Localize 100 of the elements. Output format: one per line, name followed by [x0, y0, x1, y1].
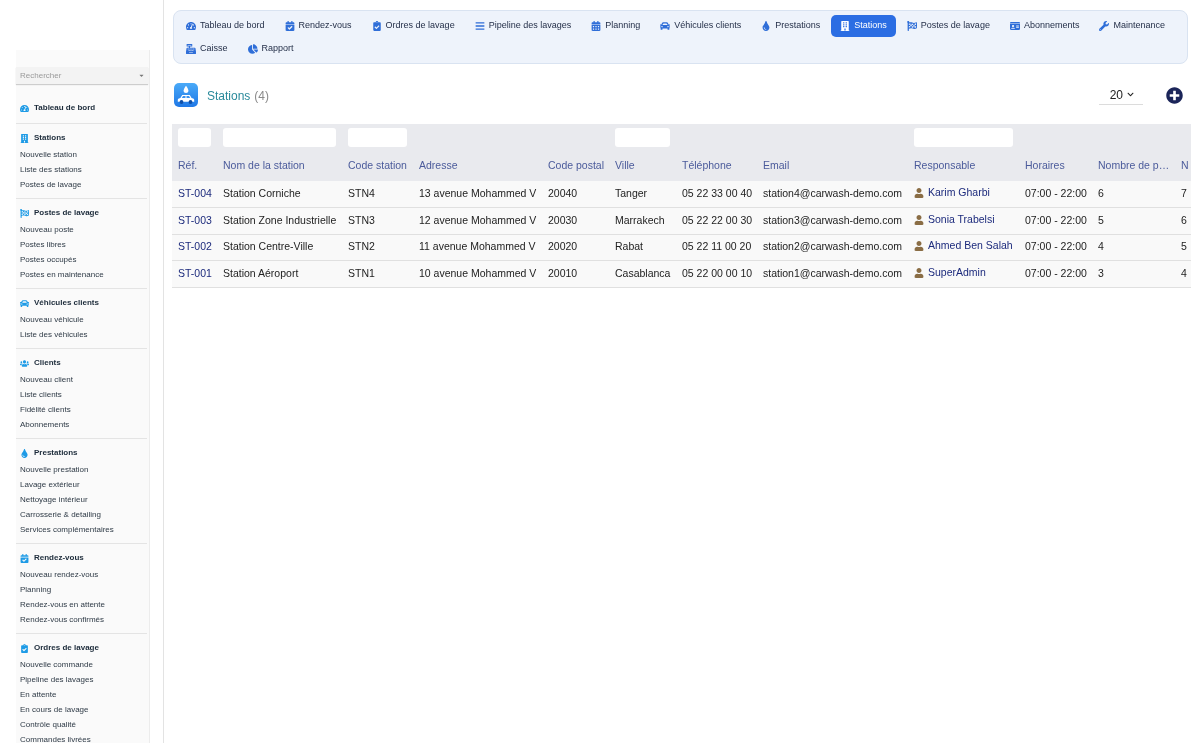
sidebar-section-title[interactable]: Ordres de lavage — [34, 642, 99, 654]
column-header[interactable]: Horaires — [1025, 159, 1065, 171]
sidebar-section-title[interactable]: Véhicules clients — [34, 297, 99, 309]
column-header[interactable]: N — [1181, 159, 1189, 171]
column-header[interactable]: Nom de la station — [223, 159, 305, 171]
calendar-check-icon — [20, 553, 29, 563]
sidebar-link[interactable]: Nettoyage intérieur — [20, 493, 88, 506]
table-cell: 4 — [1092, 234, 1175, 261]
table-cell: 20010 — [542, 260, 609, 287]
manager-link[interactable]: SuperAdmin — [928, 264, 986, 281]
nav-tab[interactable]: Prestations — [752, 15, 830, 37]
page-size-select[interactable]: 20 — [1099, 85, 1143, 105]
table-cell: 6 — [1092, 181, 1175, 208]
search-field[interactable]: Rechercher — [16, 67, 148, 84]
nav-tab[interactable]: Rendez-vous — [275, 15, 361, 37]
table-cell: station4@carwash-demo.com — [757, 181, 908, 208]
nav-tab[interactable]: Planning — [582, 15, 650, 37]
sidebar-link[interactable]: Lavage extérieur — [20, 478, 80, 491]
sidebar-link[interactable]: Rendez-vous confirmés — [20, 613, 105, 626]
sidebar-link[interactable]: En cours de lavage — [20, 703, 89, 716]
table-cell: STN2 — [342, 234, 413, 261]
pie-chart-icon — [247, 44, 258, 54]
manager-link[interactable]: Sonia Trabelsi — [928, 211, 995, 228]
sidebar-link[interactable]: Nouvelle prestation — [20, 463, 89, 476]
table-cell: 6 — [1175, 207, 1191, 234]
nav-tab[interactable]: Ordres de lavage — [362, 15, 464, 37]
sidebar-link[interactable]: Liste des stations — [20, 163, 82, 176]
sidebar-link[interactable]: Nouveau client — [20, 373, 73, 386]
sidebar-link[interactable]: Nouveau véhicule — [20, 313, 84, 326]
chevron-down-icon — [1127, 91, 1134, 98]
table-cell: 5 — [1092, 207, 1175, 234]
sidebar-link[interactable]: Carrosserie & detailing — [20, 508, 101, 521]
column-header[interactable]: Téléphone — [682, 159, 732, 171]
nav-tab[interactable]: Tableau de bord — [177, 15, 274, 37]
nav-tab[interactable]: Véhicules clients — [651, 15, 751, 37]
nav-tab[interactable]: Rapport — [238, 38, 303, 60]
sidebar-link[interactable]: Fidélité clients — [20, 403, 71, 416]
column-header[interactable]: Réf. — [178, 159, 198, 171]
sidebar-section-title[interactable]: Prestations — [34, 447, 78, 459]
column-header[interactable]: Email — [763, 159, 790, 171]
column-header[interactable]: Code postal — [548, 159, 605, 171]
bars-icon — [474, 21, 485, 31]
nav-tab[interactable]: Maintenance — [1090, 15, 1174, 37]
table-cell: 05 22 22 00 30 — [676, 207, 757, 234]
user-icon — [914, 214, 924, 225]
sidebar-section-title[interactable]: Clients — [34, 357, 61, 369]
station-ref-link[interactable]: ST-004 — [178, 187, 212, 200]
dropdown-caret-icon — [138, 72, 145, 79]
sidebar-link[interactable]: En attente — [20, 688, 57, 701]
nav-tab[interactable]: Caisse — [177, 38, 237, 60]
sidebar-section-title[interactable]: Stations — [34, 132, 66, 144]
nav-tab[interactable]: Stations — [831, 15, 896, 37]
sidebar-link[interactable]: Planning — [20, 583, 52, 596]
table-cell: 07:00 - 22:00 — [1019, 181, 1092, 208]
sidebar-link[interactable]: Rendez-vous en attente — [20, 598, 105, 611]
nav-tab[interactable]: Pipeline des lavages — [465, 15, 581, 37]
sidebar-link[interactable]: Nouvelle station — [20, 148, 77, 161]
sidebar-link[interactable]: Contrôle qualité — [20, 718, 77, 731]
column-header[interactable]: Adresse — [419, 159, 458, 171]
table-cell: 4 — [1175, 260, 1191, 287]
table-cell: 05 22 00 00 10 — [676, 260, 757, 287]
table-cell: 13 avenue Mohammed V — [413, 181, 542, 208]
sidebar-link[interactable]: Postes libres — [20, 238, 66, 251]
sidebar-link[interactable]: Nouveau rendez-vous — [20, 568, 99, 581]
table-cell: Station Centre-Ville — [217, 234, 342, 261]
sidebar-section-title[interactable]: Postes de lavage — [34, 207, 99, 219]
nav-tab[interactable]: Postes de lavage — [897, 15, 999, 37]
id-card-icon — [1009, 21, 1020, 31]
record-count: (4) — [254, 88, 270, 105]
sidebar-link[interactable]: Abonnements — [20, 418, 70, 431]
sidebar-link[interactable]: Commandes livrées — [20, 733, 91, 743]
station-ref-link[interactable]: ST-002 — [178, 240, 212, 253]
sidebar-section-title[interactable]: Rendez-vous — [34, 552, 84, 564]
wrench-icon — [1099, 21, 1110, 31]
station-ref-link[interactable]: ST-003 — [178, 213, 212, 226]
sidebar-link[interactable]: Services complémentaires — [20, 523, 114, 536]
sidebar-link[interactable]: Postes occupés — [20, 253, 77, 266]
manager-link[interactable]: Ahmed Ben Salah — [928, 238, 1013, 255]
station-ref-link[interactable]: ST-001 — [178, 266, 212, 279]
table-cell: 10 avenue Mohammed V — [413, 260, 542, 287]
manager-link[interactable]: Karim Gharbi — [928, 185, 990, 201]
checkered-flag-icon — [20, 208, 29, 218]
sidebar-link[interactable]: Pipeline des lavages — [20, 673, 94, 686]
sidebar-link[interactable]: Nouveau poste — [20, 223, 74, 236]
sidebar-link[interactable]: Postes de lavage — [20, 178, 82, 191]
sidebar-link[interactable]: Nouvelle commande — [20, 658, 93, 671]
page-title: Stations — [207, 88, 251, 105]
building-icon — [20, 133, 29, 143]
column-header[interactable]: Code station — [348, 159, 407, 171]
column-header[interactable]: Nombre de p… — [1098, 159, 1170, 171]
nav-tab[interactable]: Abonnements — [1000, 15, 1089, 37]
add-icon[interactable] — [1166, 86, 1183, 104]
column-header[interactable]: Ville — [615, 159, 635, 171]
sidebar-link[interactable]: Postes en maintenance — [20, 268, 104, 281]
sidebar-link[interactable]: Liste clients — [20, 388, 62, 401]
table-cell: Tanger — [609, 181, 676, 208]
sidebar-section-title[interactable]: Tableau de bord — [34, 102, 96, 114]
sidebar-link[interactable]: Liste des véhicules — [20, 328, 88, 341]
column-header[interactable]: Responsable — [914, 159, 976, 171]
user-icon — [914, 267, 924, 278]
